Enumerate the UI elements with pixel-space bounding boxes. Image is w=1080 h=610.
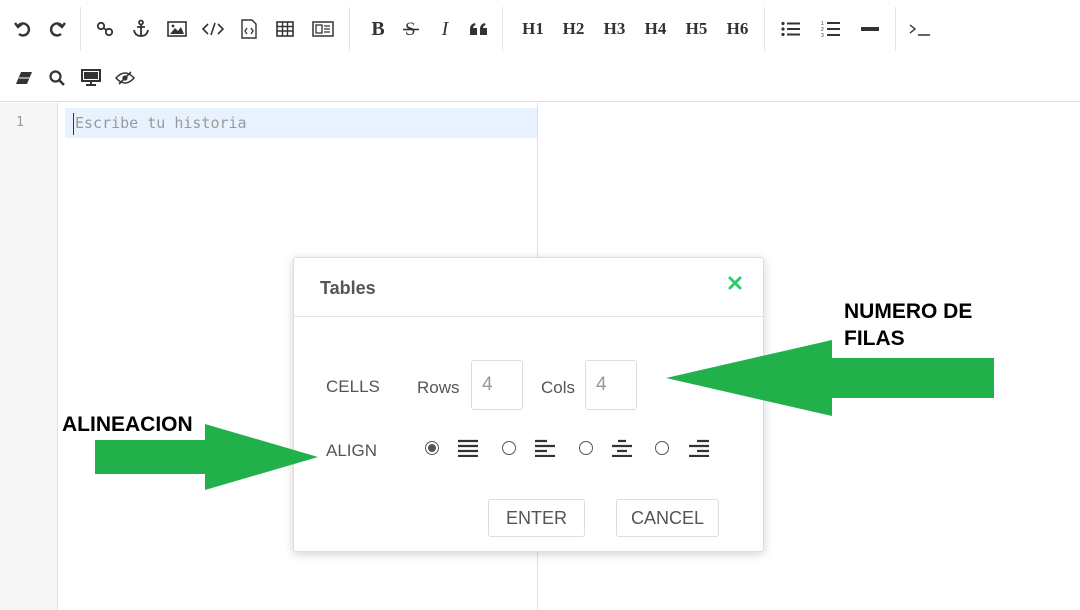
html-entities-icon (312, 21, 334, 37)
close-icon (728, 276, 742, 290)
preview-button[interactable] (74, 61, 108, 95)
cols-input[interactable] (585, 360, 637, 410)
align-label: ALIGN (326, 441, 378, 460)
strikethrough-button[interactable]: S (394, 12, 428, 46)
html-entities-button[interactable] (303, 12, 343, 46)
unordered-list-icon (781, 21, 800, 37)
heading-2-button[interactable]: H2 (553, 12, 594, 46)
align-right-icon (689, 439, 709, 457)
undo-button[interactable] (6, 12, 40, 46)
svg-text:3: 3 (821, 33, 824, 38)
anchor-icon (133, 19, 149, 37)
heading-6-button[interactable]: H6 (717, 12, 758, 46)
toolbar-row-1: B S I H1 H2 H3 H4 H5 H6 123 (0, 7, 938, 51)
bold-button[interactable]: B (362, 12, 394, 46)
line-number: 1 (16, 115, 24, 130)
ordered-list-icon: 123 (821, 21, 840, 38)
code-button[interactable] (195, 12, 231, 46)
italic-button[interactable]: I (428, 12, 462, 46)
dialog-title: Tables (320, 278, 376, 298)
align-justify-radio[interactable] (425, 441, 439, 455)
cancel-button[interactable]: CANCEL (616, 499, 719, 537)
clear-button[interactable] (8, 61, 40, 95)
image-button[interactable] (159, 12, 195, 46)
annotation-arrow-right (95, 424, 318, 490)
monitor-icon (81, 69, 101, 86)
eye-slash-icon (115, 71, 135, 85)
code-block-button[interactable] (231, 12, 267, 46)
heading-1-button[interactable]: H1 (513, 12, 553, 46)
link-button[interactable] (87, 12, 123, 46)
align-left-radio[interactable] (502, 441, 516, 455)
quote-button[interactable] (462, 12, 496, 46)
terminal-icon (909, 24, 930, 36)
code-icon (202, 22, 224, 36)
editor-placeholder: Escribe tu historia (75, 114, 247, 132)
rows-label: Rows (417, 378, 460, 397)
heading-3-button[interactable]: H3 (594, 12, 635, 46)
quote-icon (470, 23, 487, 35)
toggle-preview-button[interactable] (108, 61, 142, 95)
search-icon (49, 70, 65, 86)
heading-4-button[interactable]: H4 (635, 12, 676, 46)
code-block-icon (241, 19, 257, 39)
text-cursor (73, 113, 74, 135)
align-center-icon (612, 439, 632, 457)
cols-label: Cols (541, 378, 576, 397)
enter-button[interactable]: ENTER (488, 499, 585, 537)
editor-toolbar: B S I H1 H2 H3 H4 H5 H6 123 (0, 0, 1080, 102)
close-button[interactable] (727, 275, 743, 291)
ordered-list-button[interactable]: 123 (811, 12, 851, 46)
image-icon (167, 21, 187, 37)
horizontal-rule-button[interactable] (851, 12, 889, 46)
toolbar-divider (764, 7, 765, 51)
horizontal-rule-icon (861, 27, 879, 31)
link-icon (96, 21, 114, 37)
align-justify-icon (458, 439, 478, 457)
redo-button[interactable] (40, 12, 74, 46)
heading-5-button[interactable]: H5 (676, 12, 717, 46)
table-button[interactable] (267, 12, 303, 46)
terminal-button[interactable] (902, 12, 938, 46)
annotation-arrow-left (666, 340, 994, 416)
unordered-list-button[interactable] (771, 12, 811, 46)
table-icon (276, 21, 294, 37)
redo-icon (49, 22, 66, 37)
align-right-radio[interactable] (655, 441, 669, 455)
align-center-radio[interactable] (579, 441, 593, 455)
rows-input[interactable] (471, 360, 523, 410)
dialog-header: Tables (294, 258, 763, 317)
undo-icon (14, 22, 31, 37)
toolbar-divider (349, 7, 350, 51)
toolbar-row-2 (0, 58, 142, 98)
search-button[interactable] (40, 61, 74, 95)
cells-label: CELLS (326, 377, 380, 396)
toolbar-divider (502, 7, 503, 51)
anchor-button[interactable] (123, 12, 159, 46)
line-number-gutter: 1 (0, 103, 58, 610)
toolbar-divider (895, 7, 896, 51)
align-left-icon (535, 439, 555, 457)
eraser-icon (16, 72, 32, 84)
toolbar-divider (80, 7, 81, 51)
strikethrough-icon: S (403, 19, 419, 39)
